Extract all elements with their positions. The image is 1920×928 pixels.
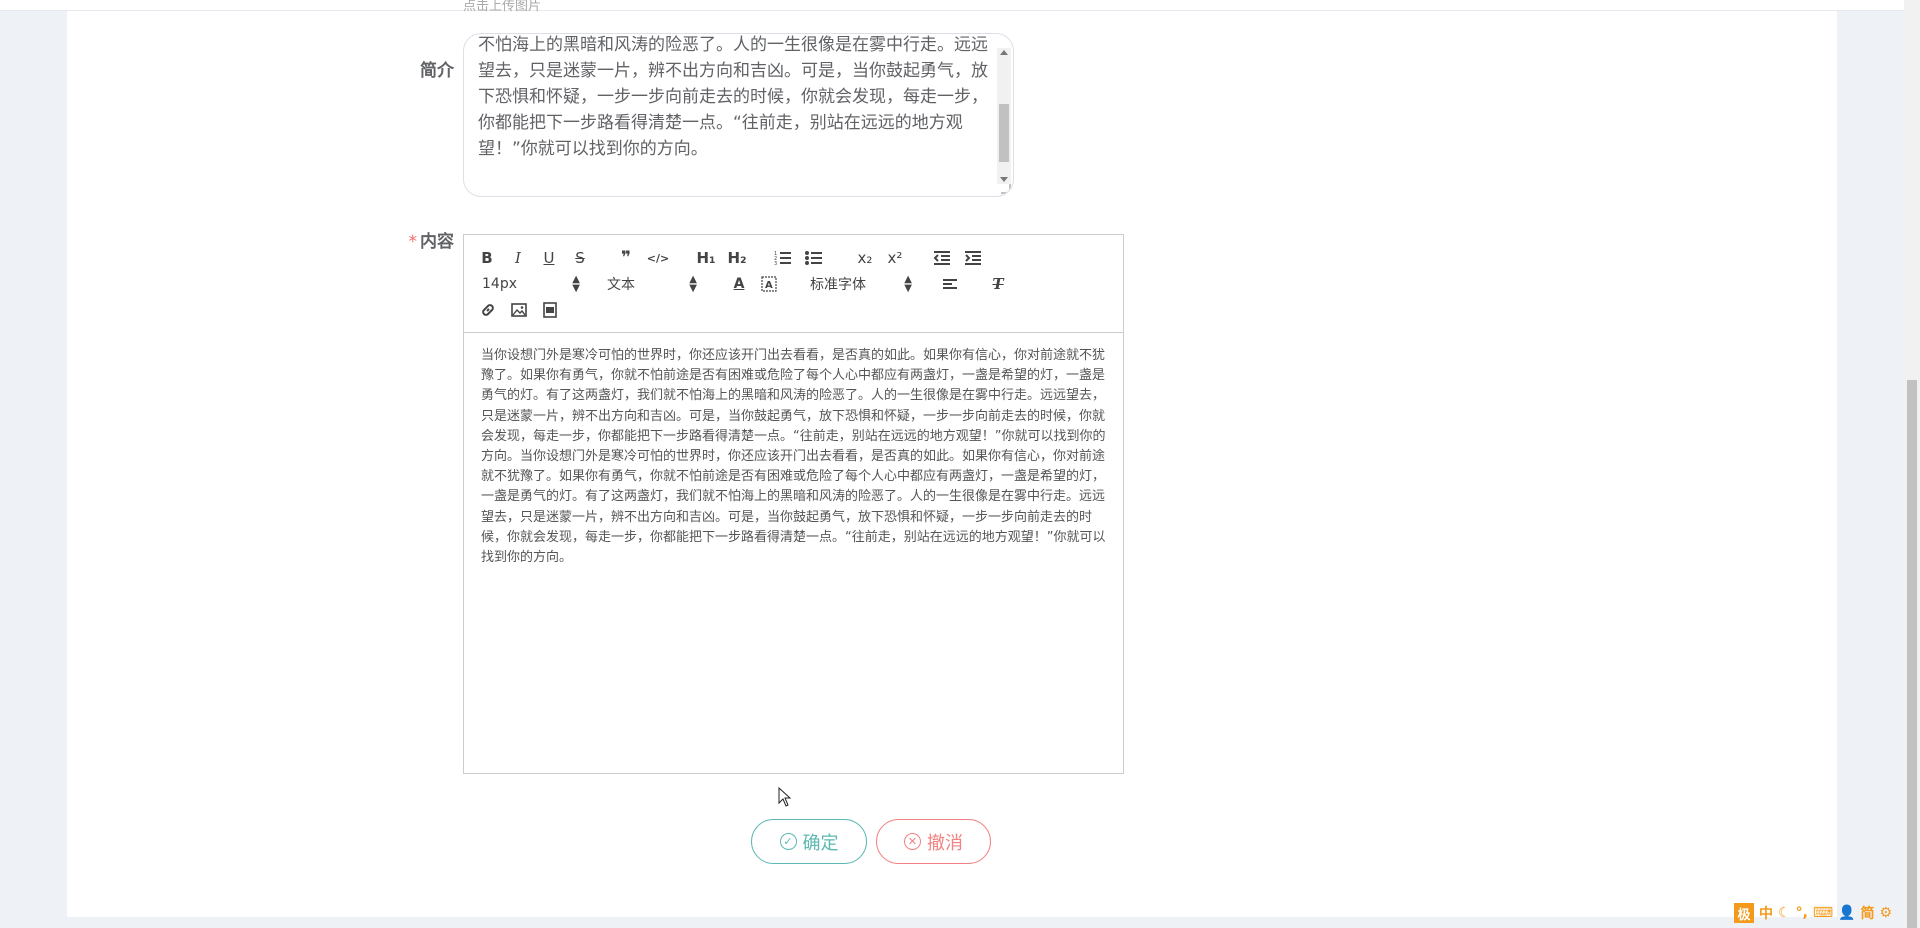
intro-textarea[interactable]: 不怕海上的黑暗和风涛的险恶了。人的一生很像是在雾中行走。远远望去，只是迷蒙一片，… [463, 33, 1014, 197]
confirm-label: 确定 [802, 832, 839, 854]
scroll-down-arrow-icon[interactable] [1000, 177, 1008, 182]
ime-logo[interactable]: 极 [1734, 903, 1754, 923]
bullet-list-icon[interactable] [804, 247, 824, 269]
resize-grip-icon[interactable] [1001, 184, 1011, 194]
editor-toolbar: B I U S ❞ </> H₁ H₂ 123 x₂ x² 14px ▲ ▼ 文… [464, 235, 1123, 333]
cancel-button[interactable]: ✕ 撤消 [876, 819, 991, 864]
text-type-select[interactable]: 文本 ▲ ▼ [607, 273, 697, 295]
punctuation-icon[interactable]: °, [1796, 905, 1808, 921]
page-scroll-thumb[interactable] [1907, 380, 1917, 928]
text-type-value: 文本 [607, 277, 635, 293]
font-family-value: 标准字体 [810, 277, 866, 293]
bold-button[interactable]: B [478, 247, 496, 269]
subscript-button[interactable]: x₂ [855, 247, 875, 269]
font-color-icon[interactable]: A [730, 273, 748, 295]
required-mark: * [408, 232, 418, 252]
image-icon[interactable] [509, 299, 529, 321]
link-icon[interactable] [478, 299, 498, 321]
keyboard-icon[interactable]: ⌨ [1813, 905, 1833, 921]
svg-text:A: A [765, 280, 773, 291]
heading-2-button[interactable]: H₂ [726, 247, 748, 269]
clear-format-icon[interactable]: T [988, 273, 1008, 295]
intro-label-text: 简介 [420, 61, 454, 81]
check-circle-icon: ✓ [779, 833, 797, 850]
select-caret-icon: ▲ ▼ [689, 274, 697, 294]
upload-hint[interactable]: 点击上传图片 [463, 0, 541, 14]
intro-text: 不怕海上的黑暗和风涛的险恶了。人的一生很像是在雾中行走。远远望去，只是迷蒙一片，… [478, 35, 988, 159]
content-label: * 内容 [300, 227, 455, 252]
app-window: 点击上传图片 简介 不怕海上的黑暗和风涛的险恶了。人的一生很像是在雾中行走。远远… [0, 0, 1920, 928]
ime-script[interactable]: 简 [1861, 903, 1875, 923]
underline-button[interactable]: U [540, 247, 558, 269]
confirm-button[interactable]: ✓ 确定 [751, 819, 867, 864]
background-color-icon[interactable]: A [760, 273, 778, 295]
font-family-select[interactable]: 标准字体 ▲ ▼ [810, 273, 912, 295]
outdent-icon[interactable] [932, 247, 952, 269]
content-label-text: 内容 [420, 232, 454, 252]
cancel-label: 撤消 [927, 832, 963, 854]
font-size-value: 14px [482, 276, 517, 292]
ime-toolbar: 极 中 ☾ °, ⌨ 👤 简 ⚙ [1734, 902, 1892, 924]
intro-scroll-thumb[interactable] [999, 104, 1009, 162]
intro-scrollbar[interactable] [997, 48, 1011, 184]
italic-button[interactable]: I [509, 247, 527, 269]
superscript-button[interactable]: x² [885, 247, 905, 269]
video-icon[interactable] [540, 299, 560, 321]
font-size-select[interactable]: 14px ▲ ▼ [482, 273, 580, 295]
select-caret-icon: ▲ ▼ [904, 274, 912, 294]
gear-icon[interactable]: ⚙ [1880, 905, 1893, 921]
ime-mode[interactable]: 中 [1759, 903, 1773, 923]
user-icon[interactable]: 👤 [1838, 905, 1855, 921]
align-left-icon[interactable] [941, 273, 961, 295]
ordered-list-icon[interactable]: 123 [773, 247, 793, 269]
mouse-cursor-icon [778, 787, 792, 807]
rich-text-editor: B I U S ❞ </> H₁ H₂ 123 x₂ x² 14px ▲ ▼ 文… [463, 234, 1124, 774]
strike-button[interactable]: S [571, 247, 589, 269]
close-circle-icon: ✕ [904, 833, 921, 850]
code-block-button[interactable]: </> [647, 247, 669, 269]
page-scrollbar[interactable] [1904, 0, 1920, 928]
select-caret-icon: ▲ ▼ [572, 274, 580, 294]
svg-text:3: 3 [774, 261, 777, 266]
intro-label: 简介 [300, 56, 454, 81]
top-strip [0, 0, 1920, 11]
editor-content[interactable]: 当你设想门外是寒冷可怕的世界时，你还应该开门出去看看，是否真的如此。如果你有信心… [481, 346, 1107, 568]
indent-icon[interactable] [963, 247, 983, 269]
heading-1-button[interactable]: H₁ [695, 247, 717, 269]
blockquote-button[interactable]: ❞ [617, 247, 635, 269]
scroll-up-arrow-icon[interactable] [1000, 50, 1008, 55]
moon-icon[interactable]: ☾ [1778, 905, 1791, 921]
